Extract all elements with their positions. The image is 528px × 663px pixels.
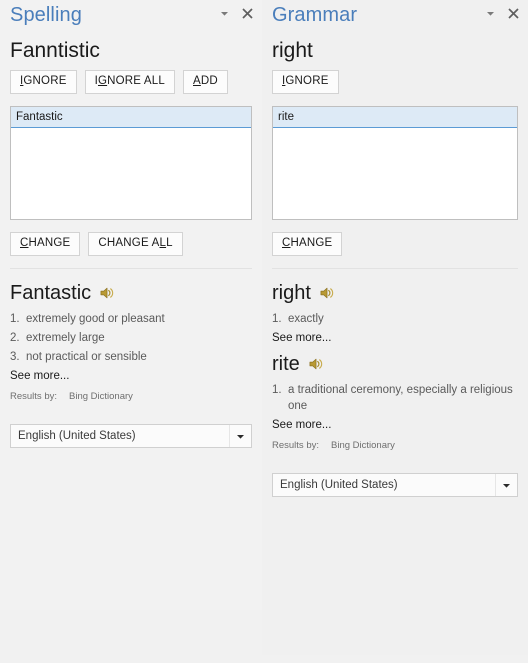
grammar-definition-header: right bbox=[262, 281, 528, 305]
grammar-primary-button-row: IGNORE bbox=[262, 70, 528, 94]
change-all-button[interactable]: CHANGE ALL bbox=[88, 232, 183, 256]
spelling-primary-button-row: IGNORE IGNORE ALL ADD bbox=[0, 70, 262, 94]
grammar-definition-word: rite bbox=[272, 353, 300, 375]
definition-text: extremely large bbox=[26, 332, 105, 344]
ignore-all-button[interactable]: IGNORE ALL bbox=[84, 70, 175, 94]
chevron-down-icon[interactable] bbox=[229, 425, 251, 447]
add-button[interactable]: ADD bbox=[183, 70, 228, 94]
grammar-definition-word: right bbox=[272, 282, 311, 304]
definition-number: 3. bbox=[10, 351, 20, 363]
spelling-definition-list: 1. extremely good or pleasant 2. extreme… bbox=[0, 311, 262, 365]
change-accel: C bbox=[282, 237, 291, 249]
spelling-grammar-task-panes: Spelling Fanntistic IGNORE IGNORE ALL AD… bbox=[0, 0, 528, 663]
chevron-down-icon[interactable] bbox=[483, 6, 497, 20]
grammar-language-select[interactable]: English (United States) bbox=[272, 473, 518, 497]
spelling-error-word: Fanntistic bbox=[10, 39, 100, 62]
grammar-error-word: right bbox=[272, 39, 313, 62]
spelling-titlebar: Spelling bbox=[0, 0, 262, 32]
results-by-label: Results by: bbox=[272, 440, 319, 451]
definition-number: 2. bbox=[10, 332, 20, 344]
speaker-icon[interactable] bbox=[320, 286, 335, 300]
spelling-task-pane: Spelling Fanntistic IGNORE IGNORE ALL AD… bbox=[0, 0, 262, 610]
grammar-task-pane: Grammar right IGNORE rite CHANGE right 1… bbox=[262, 0, 528, 655]
definition-entry: 1. extremely good or pleasant bbox=[10, 311, 252, 327]
ignore-label-rest: GNORE bbox=[23, 75, 67, 87]
spelling-definition-header: Fantastic bbox=[0, 281, 262, 305]
ignore-button[interactable]: IGNORE bbox=[272, 70, 339, 94]
definition-entry: 1. exactly bbox=[272, 311, 518, 327]
results-by-label: Results by: bbox=[10, 391, 57, 402]
chevron-down-icon[interactable] bbox=[495, 474, 517, 496]
spelling-suggestions-listbox[interactable]: Fantastic bbox=[10, 106, 252, 220]
results-by-source: Bing Dictionary bbox=[69, 391, 133, 402]
spelling-divider bbox=[10, 268, 252, 269]
change-button[interactable]: CHANGE bbox=[272, 232, 343, 256]
change-accel: C bbox=[20, 237, 29, 249]
close-icon[interactable] bbox=[240, 6, 254, 20]
definition-number: 1. bbox=[272, 384, 282, 396]
ignore-button[interactable]: IGNORE bbox=[10, 70, 77, 94]
definition-entry: 3. not practical or sensible bbox=[10, 349, 252, 365]
definition-text: not practical or sensible bbox=[26, 351, 147, 363]
grammar-change-button-row: CHANGE bbox=[262, 232, 528, 256]
change-button[interactable]: CHANGE bbox=[10, 232, 81, 256]
spelling-language-select[interactable]: English (United States) bbox=[10, 424, 252, 448]
grammar-titlebar-buttons bbox=[483, 6, 520, 20]
spelling-results-by: Results by: Bing Dictionary bbox=[0, 391, 262, 402]
spelling-definition-word: Fantastic bbox=[10, 282, 92, 304]
speaker-icon[interactable] bbox=[100, 286, 115, 300]
definition-number: 1. bbox=[10, 313, 20, 325]
speaker-icon[interactable] bbox=[309, 357, 324, 371]
spelling-change-button-row: CHANGE CHANGE ALL bbox=[0, 232, 262, 256]
grammar-divider bbox=[272, 268, 518, 269]
definition-number: 1. bbox=[272, 313, 282, 325]
grammar-language-value: English (United States) bbox=[280, 479, 398, 491]
add-accel: A bbox=[193, 75, 201, 87]
see-more-link[interactable]: See more... bbox=[262, 332, 528, 344]
definition-text: a traditional ceremony, especially a rel… bbox=[288, 384, 513, 412]
spelling-language-value: English (United States) bbox=[18, 430, 136, 442]
definition-entry: 1. a traditional ceremony, especially a … bbox=[272, 382, 518, 414]
definition-text: extremely good or pleasant bbox=[26, 313, 165, 325]
grammar-titlebar: Grammar bbox=[262, 0, 528, 32]
grammar-definition-list-1: 1. exactly bbox=[262, 311, 528, 327]
ignore-all-accel: G bbox=[97, 75, 108, 87]
grammar-definition-list-2: 1. a traditional ceremony, especially a … bbox=[262, 382, 528, 414]
results-by-source: Bing Dictionary bbox=[331, 440, 395, 451]
grammar-definition-header: rite bbox=[262, 352, 528, 376]
close-icon[interactable] bbox=[506, 6, 520, 20]
grammar-results-by: Results by: Bing Dictionary bbox=[262, 440, 528, 451]
chevron-down-icon[interactable] bbox=[217, 6, 231, 20]
list-item[interactable]: rite bbox=[273, 107, 517, 128]
see-more-link[interactable]: See more... bbox=[262, 419, 528, 431]
definition-entry: 2. extremely large bbox=[10, 330, 252, 346]
list-item[interactable]: Fantastic bbox=[11, 107, 251, 128]
grammar-pane-title: Grammar bbox=[272, 4, 358, 26]
spelling-pane-title: Spelling bbox=[10, 4, 82, 26]
definition-text: exactly bbox=[288, 313, 324, 325]
spelling-titlebar-buttons bbox=[217, 6, 254, 20]
see-more-link[interactable]: See more... bbox=[0, 370, 262, 382]
grammar-suggestions-listbox[interactable]: rite bbox=[272, 106, 518, 220]
